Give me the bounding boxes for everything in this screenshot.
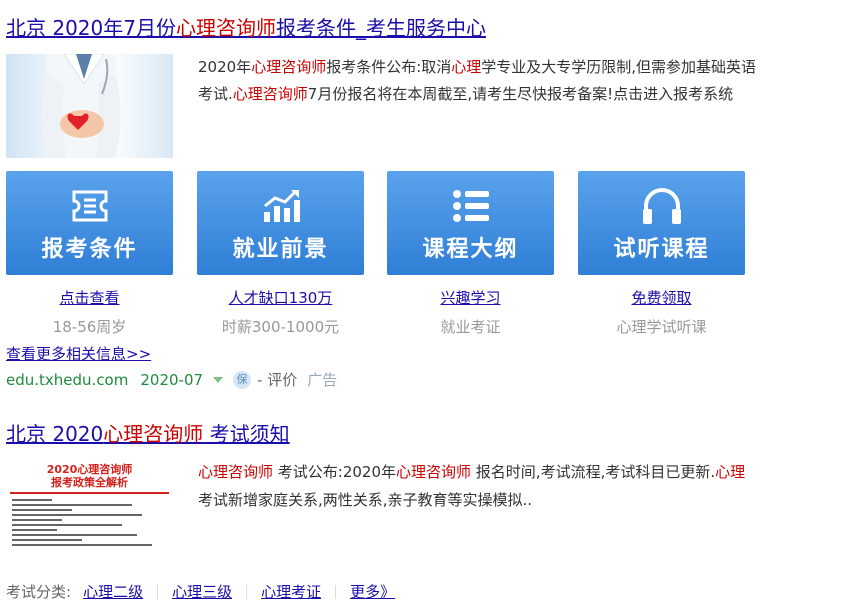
- result1-description: 2020年心理咨询师报考条件公布:取消心理学专业及大专学历限制,但需参加基础英语…: [198, 54, 758, 108]
- thumb-text-line: [12, 524, 122, 526]
- dropdown-arrow-icon[interactable]: [213, 377, 224, 383]
- thumb-text-line: [12, 509, 72, 511]
- text-segment: 报考条件_考生服务中心: [275, 16, 486, 40]
- result1-source-line: edu.txhedu.com 2020-07 保 - 评价 广告: [6, 368, 337, 392]
- highlighted-keyword: 心理咨询师: [396, 463, 472, 481]
- policy-analysis-thumbnail[interactable]: 2020心理咨询师 报考政策全解析: [6, 459, 173, 551]
- text-segment: 北京 2020年7月份: [6, 16, 176, 40]
- highlighted-keyword: 心理咨询师: [232, 85, 308, 103]
- card-sub-apply: 点击查看 18-56周岁: [6, 287, 173, 340]
- text-segment: 报名时间,考试流程,考试科目已更新.: [471, 463, 716, 481]
- ad-label: 广告: [307, 371, 338, 389]
- card-label: 课程大纲: [422, 237, 519, 262]
- card-apply-conditions[interactable]: 报考条件: [6, 171, 173, 275]
- thumb-heading-line1: 2020心理咨询师: [46, 463, 133, 476]
- divider: [157, 585, 159, 599]
- doctor-heart-image: [41, 54, 121, 158]
- thumb-text-line: [12, 529, 57, 531]
- thumb-text-line: [12, 539, 82, 541]
- category-level-two[interactable]: 心理二级: [83, 581, 143, 603]
- card-sub-career: 人才缺口130万 时薪300-1000元: [197, 287, 364, 340]
- card-label: 试听课程: [613, 237, 710, 262]
- thumb-text-line: [12, 514, 142, 516]
- thumb-text-line: [12, 544, 152, 546]
- thumb-text-line: [12, 504, 132, 506]
- result1-title[interactable]: 北京 2020年7月份心理咨询师报考条件_考生服务中心: [6, 14, 486, 42]
- divider: [246, 585, 248, 599]
- more-info-link[interactable]: 查看更多相关信息>>: [6, 343, 151, 365]
- highlighted-keyword: 心理咨询师: [198, 463, 274, 481]
- card-sub-outline: 兴趣学习 就业考证: [387, 287, 554, 340]
- card-label: 就业前景: [232, 237, 329, 262]
- highlighted-keyword: 心理: [715, 463, 746, 481]
- thumb-text-line: [12, 534, 137, 536]
- exam-category-bar: 考试分类: 心理二级 心理三级 心理考证 更多》: [6, 581, 395, 603]
- card-note: 就业考证: [440, 318, 501, 336]
- category-more[interactable]: 更多》: [350, 581, 395, 603]
- source-date: 2020-07: [140, 371, 204, 389]
- evaluate-link[interactable]: - 评价: [257, 368, 297, 392]
- list-icon: [387, 187, 554, 225]
- card-course-outline[interactable]: 课程大纲: [387, 171, 554, 275]
- card-note: 18-56周岁: [52, 318, 127, 336]
- text-segment: 北京 2020: [6, 422, 104, 446]
- thumb-heading-line2: 报考政策全解析: [51, 476, 128, 489]
- thumb-divider: [10, 492, 169, 494]
- result2-title[interactable]: 北京 2020心理咨询师 考试须知: [6, 420, 290, 448]
- text-segment: 考试新增家庭关系,两性关系,亲子教育等实操模拟..: [198, 491, 533, 509]
- card-trial-course[interactable]: 试听课程: [578, 171, 745, 275]
- bar-chart-icon: [197, 187, 364, 225]
- text-segment: 考试公布:2020年: [273, 463, 397, 481]
- card-sub-trial: 免费领取 心理学试听课: [578, 287, 745, 340]
- card-link[interactable]: 点击查看: [6, 287, 173, 309]
- text-segment: 2020年: [198, 58, 252, 76]
- card-link[interactable]: 人才缺口130万: [197, 287, 364, 309]
- highlighted-keyword: 心理咨询师: [103, 422, 204, 446]
- card-note: 时薪300-1000元: [221, 318, 340, 336]
- highlighted-keyword: 心理: [451, 58, 482, 76]
- doctor-heart-thumbnail[interactable]: [6, 54, 173, 158]
- category-level-three[interactable]: 心理三级: [172, 581, 232, 603]
- card-link[interactable]: 免费领取: [578, 287, 745, 309]
- text-segment: 报考条件公布:取消: [326, 58, 452, 76]
- category-label: 考试分类:: [6, 583, 72, 601]
- highlighted-keyword: 心理咨询师: [175, 16, 276, 40]
- result2-description: 心理咨询师 考试公布:2020年心理咨询师 报名时间,考试流程,考试科目已更新.…: [198, 458, 758, 514]
- card-link[interactable]: 兴趣学习: [387, 287, 554, 309]
- highlighted-keyword: 心理咨询师: [251, 58, 327, 76]
- guarantee-badge-icon[interactable]: 保: [233, 371, 252, 389]
- divider: [335, 585, 337, 599]
- thumb-text-line: [12, 519, 62, 521]
- source-url[interactable]: edu.txhedu.com: [6, 368, 128, 392]
- text-segment: 7月份报名将在本周截至,请考生尽快报考备案!点击进入报考系统: [307, 85, 734, 103]
- headphones-icon: [578, 187, 745, 225]
- category-certification[interactable]: 心理考证: [261, 581, 321, 603]
- thumb-text-line: [12, 499, 52, 501]
- card-label: 报考条件: [41, 237, 138, 262]
- text-segment: 考试须知: [203, 422, 290, 446]
- ticket-icon: [6, 187, 173, 225]
- card-note: 心理学试听课: [616, 318, 707, 336]
- card-career-prospects[interactable]: 就业前景: [197, 171, 364, 275]
